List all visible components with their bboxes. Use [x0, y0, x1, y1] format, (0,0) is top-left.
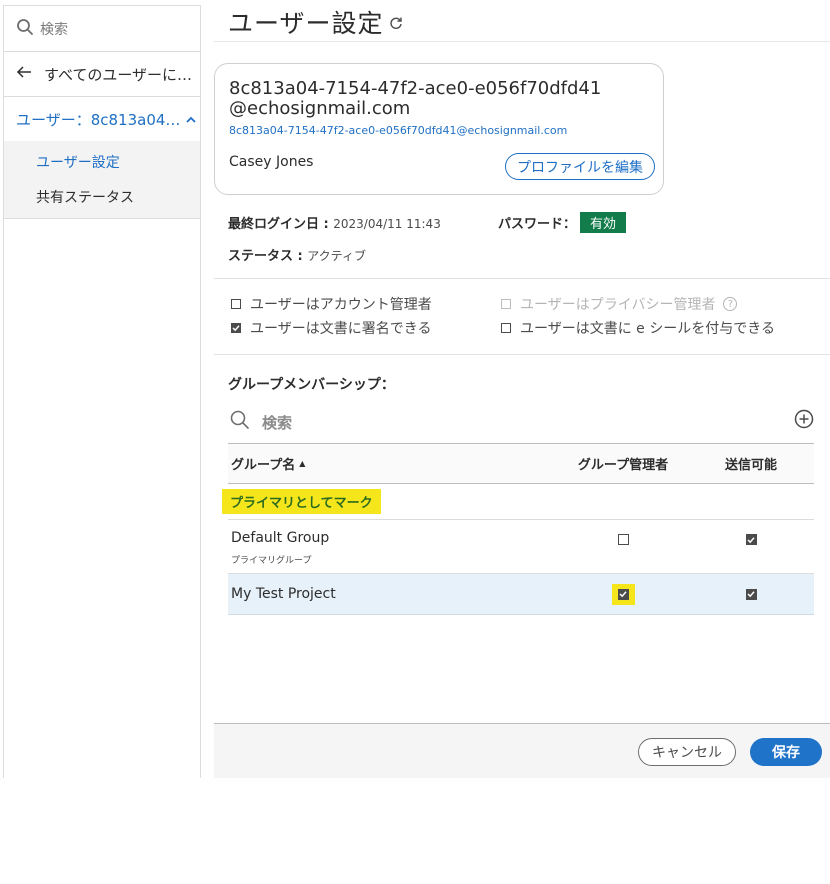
column-header-group-name[interactable]: グループ名 ▲ [228, 454, 558, 473]
column-header-label: グループ名 [231, 458, 296, 473]
edit-profile-button[interactable]: プロファイルを編集 [505, 153, 655, 180]
can-send-cell [688, 588, 814, 600]
group-admin-cell [558, 583, 688, 605]
table-header: グループ名 ▲ グループ管理者 送信可能 [228, 443, 814, 484]
perm-can-sign-label: ユーザーは文書に署名できる [250, 321, 432, 337]
mark-primary-row: プライマリとしてマーク [222, 484, 814, 520]
primary-group-label: プライマリグループ [231, 556, 312, 566]
divider [214, 354, 830, 355]
title-divider [214, 41, 830, 42]
table-row-selected[interactable]: My Test Project [228, 574, 814, 615]
checkbox-checked-icon[interactable] [745, 588, 757, 600]
last-login-label: 最終ログイン日 : [228, 217, 334, 232]
highlight-marker [611, 583, 635, 605]
perm-account-admin[interactable]: ユーザーはアカウント管理者 [231, 294, 432, 314]
help-icon[interactable]: ? [723, 297, 738, 311]
group-table: グループ名 ▲ グループ管理者 送信可能 プライマリとしてマーク Default… [222, 443, 814, 615]
checkbox-checked-icon[interactable] [617, 588, 629, 600]
checkbox-disabled-icon [501, 299, 511, 309]
back-link-label: すべてのユーザーに… [44, 65, 193, 84]
sidebar-item-sharing-status[interactable]: 共有ステータス [4, 179, 200, 214]
password-status: パスワード： 有効 [498, 212, 627, 233]
checkbox-unchecked-icon[interactable] [617, 534, 629, 545]
back-to-all-users-link[interactable]: すべてのユーザーに… [4, 52, 200, 97]
sidebar-user-label: ユーザー：8c813a04… [16, 110, 181, 129]
page-title: ユーザー設定 [228, 9, 384, 38]
main-panel: ユーザー設定 8c813a04-7154-47f2-ace0-e056f70df… [214, 0, 830, 778]
status-label: ステータス : [228, 249, 308, 264]
sidebar-search[interactable]: 検索 [4, 6, 200, 52]
status-badge: 有効 [580, 212, 627, 233]
last-login-value: 2023/04/11 11:43 [333, 217, 441, 231]
column-header-group-admin: グループ管理者 [577, 458, 669, 473]
refresh-icon[interactable] [389, 15, 403, 34]
group-name: My Test Project [231, 586, 336, 602]
search-icon [16, 18, 34, 40]
last-login: 最終ログイン日 : 2023/04/11 11:43 [228, 213, 441, 232]
arrow-left-icon [16, 65, 32, 83]
perm-privacy-admin: ユーザーはプライバシー管理者 ? [501, 294, 738, 314]
perm-can-sign[interactable]: ユーザーは文書に署名できる [231, 318, 431, 338]
profile-email-link[interactable]: 8c813a04-7154-47f2-ace0-e056f70dfd41@ech… [229, 124, 649, 137]
perm-privacy-admin-label: ユーザーはプライバシー管理者 [520, 297, 716, 313]
mark-as-primary-button[interactable]: プライマリとしてマーク [222, 489, 381, 514]
sidebar: 検索 すべてのユーザーに… ユーザー：8c813a04… ユーザー設定 共有ステ… [3, 5, 201, 778]
password-label: パスワード： [498, 217, 577, 232]
can-send-cell [688, 530, 814, 545]
sidebar-item-user-settings[interactable]: ユーザー設定 [4, 144, 200, 179]
add-circle-icon[interactable] [794, 409, 814, 433]
perm-can-eseal-label: ユーザーは文書に e シールを付与できる [520, 321, 775, 337]
profile-user-id: 8c813a04-7154-47f2-ace0-e056f70dfd41 [229, 78, 602, 99]
footer-bar: キャンセル 保存 [214, 723, 830, 778]
group-name-cell: My Test Project [228, 586, 558, 602]
status-value: アクティブ [307, 249, 366, 263]
profile-domain: @echosignmail.com [229, 98, 411, 119]
group-membership-title: グループメンバーシップ： [228, 377, 395, 393]
profile-card: 8c813a04-7154-47f2-ace0-e056f70dfd41 @ec… [214, 63, 664, 195]
group-search-input[interactable]: 検索 [262, 412, 292, 433]
perm-account-admin-label: ユーザーはアカウント管理者 [250, 297, 432, 313]
sort-ascending-icon: ▲ [299, 459, 306, 468]
save-button[interactable]: 保存 [750, 738, 822, 766]
group-search[interactable]: 検索 [230, 409, 814, 435]
group-name-cell: Default Group プライマリグループ [228, 530, 558, 566]
group-admin-cell [558, 530, 688, 545]
checkbox-checked-icon[interactable] [231, 323, 241, 333]
account-status: ステータス : アクティブ [228, 245, 366, 264]
checkbox-checked-icon[interactable] [745, 534, 757, 545]
perm-can-eseal[interactable]: ユーザーは文書に e シールを付与できる [501, 318, 775, 338]
sidebar-search-input[interactable]: 検索 [40, 19, 68, 39]
checkbox-unchecked-icon[interactable] [231, 299, 241, 309]
search-icon [230, 410, 250, 434]
sidebar-submenu: ユーザー設定 共有ステータス [4, 141, 200, 219]
checkbox-unchecked-icon[interactable] [501, 323, 511, 333]
chevron-up-icon [186, 110, 197, 128]
table-row[interactable]: Default Group プライマリグループ [228, 520, 814, 574]
profile-name: Casey Jones [229, 154, 314, 170]
page-header: ユーザー設定 [228, 4, 403, 40]
divider [214, 278, 830, 279]
group-name: Default Group [231, 530, 330, 546]
sidebar-user-toggle[interactable]: ユーザー：8c813a04… [4, 97, 200, 141]
column-header-can-send: 送信可能 [724, 458, 777, 473]
cancel-button[interactable]: キャンセル [638, 738, 736, 766]
